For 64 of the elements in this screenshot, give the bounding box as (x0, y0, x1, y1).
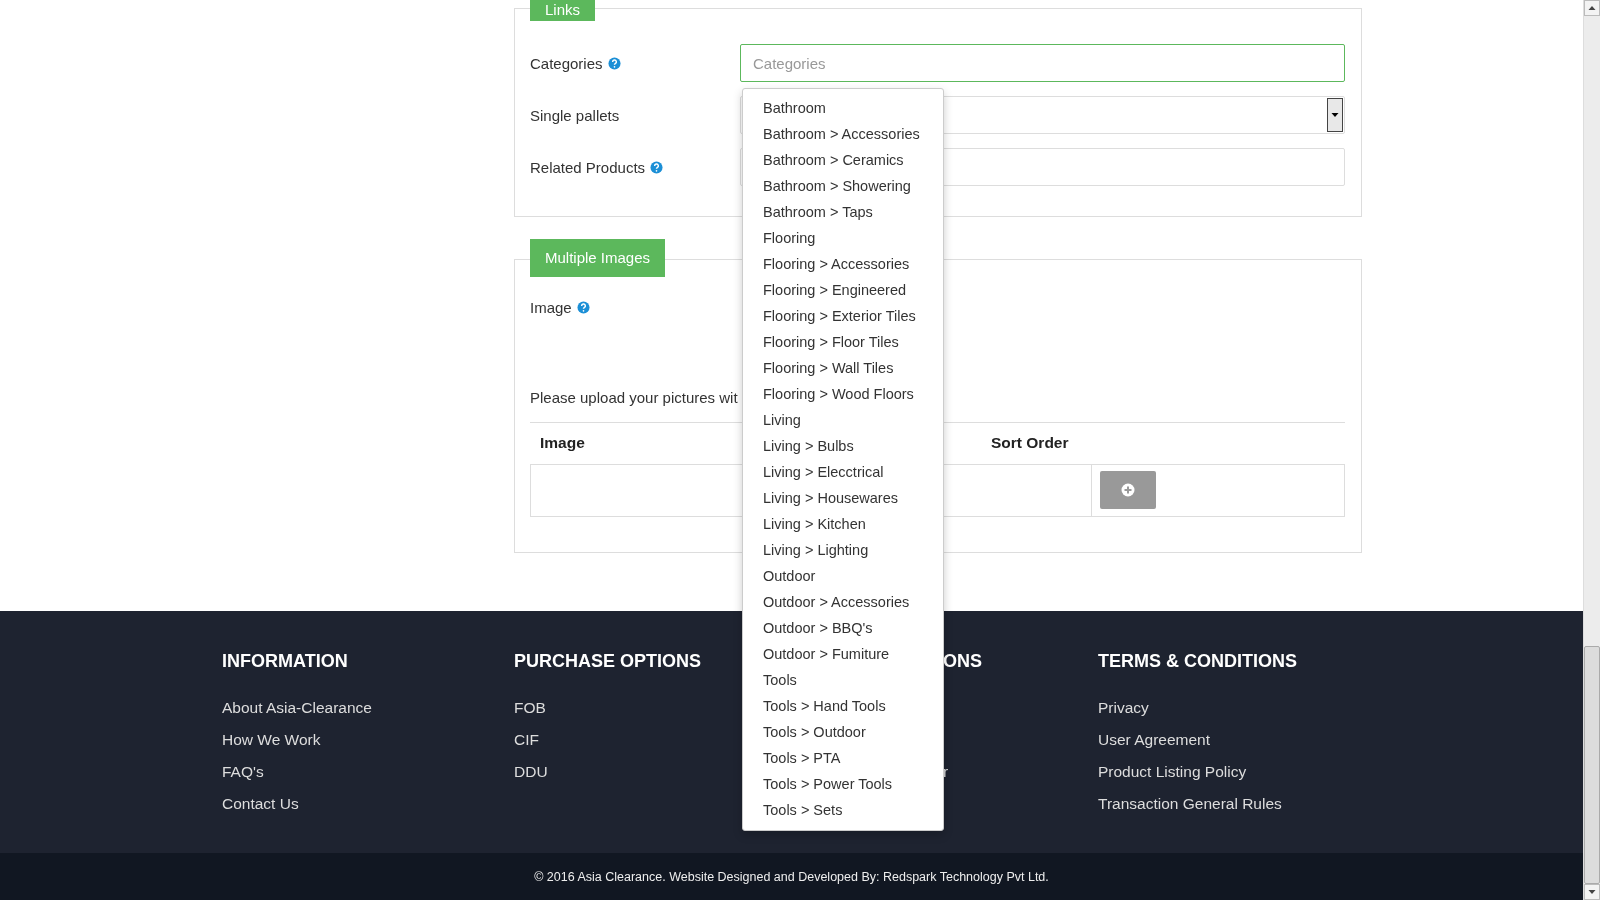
field-label: Image (530, 299, 572, 316)
menu-item[interactable]: Outdoor (743, 563, 943, 589)
footer-link[interactable]: About Asia-Clearance (222, 697, 372, 729)
menu-item[interactable]: Tools > Sets (743, 797, 943, 823)
menu-item[interactable]: Flooring > Wall Tiles (743, 355, 943, 381)
field-label: Related Products (530, 158, 646, 176)
menu-item[interactable]: Outdoor > BBQ's (743, 615, 943, 641)
menu-item[interactable]: Tools > PTA (743, 745, 943, 771)
menu-item[interactable]: Flooring > Exterior Tiles (743, 303, 943, 329)
help-icon[interactable] (650, 160, 664, 174)
scroll-up-icon[interactable] (1584, 0, 1600, 16)
field-label: Single pallets (530, 106, 620, 124)
footer-link[interactable]: Transaction General Rules (1098, 793, 1282, 825)
section-legend: Multiple Images (530, 239, 666, 277)
field-label: Categories (530, 54, 603, 72)
menu-item[interactable]: Living > Lighting (743, 537, 943, 563)
footer-link[interactable]: Contact Us (222, 793, 299, 825)
footer-link[interactable]: How We Work (222, 729, 321, 761)
footer-heading: INFORMATION (222, 651, 348, 673)
menu-item[interactable]: Tools > Hand Tools (743, 693, 943, 719)
copyright-text: © 2016 Asia Clearance. Website Designed and Developed By: Redspark Technology Pvt Ltd. (534, 869, 1049, 884)
menu-item[interactable]: Outdoor > Fumiture (743, 641, 943, 667)
menu-item[interactable]: Flooring > Accessories (743, 251, 943, 277)
help-icon[interactable] (607, 56, 621, 70)
menu-item[interactable]: Living > Housewares (743, 485, 943, 511)
footer-heading: TERMS & CONDITIONS (1098, 651, 1297, 673)
menu-item[interactable]: Flooring > Wood Floors (743, 381, 943, 407)
menu-item[interactable]: Living > Elecctrical (743, 459, 943, 485)
menu-item[interactable]: Bathroom > Ceramics (743, 147, 943, 173)
upload-note: Please upload your pictures wit (530, 389, 738, 406)
menu-item[interactable]: Tools > Power Tools (743, 771, 943, 797)
menu-item[interactable]: Flooring (743, 225, 943, 251)
menu-item[interactable]: Tools (743, 667, 943, 693)
column-header: Sort Order (991, 434, 1069, 453)
footer-link[interactable]: CIF (514, 729, 539, 761)
section-legend: Links (530, 0, 596, 21)
scroll-down-icon[interactable] (1584, 884, 1600, 900)
menu-item[interactable]: Bathroom > Taps (743, 199, 943, 225)
menu-item[interactable]: Living > Bulbs (743, 433, 943, 459)
footer-link[interactable]: DDU (514, 761, 548, 793)
help-icon[interactable] (576, 301, 590, 314)
footer-heading: ONS (943, 651, 982, 673)
add-button[interactable] (1100, 471, 1156, 509)
menu-item[interactable]: Bathroom > Accessories (743, 121, 943, 147)
footer-link[interactable]: r (943, 761, 949, 793)
menu-item[interactable]: Tools > Outdoor (743, 719, 943, 745)
scrollbar[interactable] (1583, 0, 1600, 900)
menu-item[interactable]: Living > Kitchen (743, 511, 943, 537)
menu-item[interactable]: Outdoor > Accessories (743, 589, 943, 615)
plus-icon (1121, 483, 1135, 497)
footer-link[interactable]: Product Listing Policy (1098, 761, 1247, 793)
input-field[interactable]: Categories (740, 44, 1345, 82)
footer-link[interactable]: User Agreement (1098, 729, 1210, 761)
footer-link[interactable]: FOB (514, 697, 546, 729)
column-header: Image (540, 434, 585, 453)
menu-item[interactable]: Bathroom (743, 95, 943, 121)
footer-heading: PURCHASE OPTIONS (514, 651, 702, 673)
menu-item[interactable]: Flooring > Engineered (743, 277, 943, 303)
menu-item[interactable]: Living (743, 407, 943, 433)
footer-link[interactable]: Privacy (1098, 697, 1149, 729)
menu-item[interactable]: Bathroom > Showering (743, 173, 943, 199)
footer-link[interactable]: FAQ's (222, 761, 264, 793)
scroll-thumb[interactable] (1584, 646, 1600, 884)
menu-item[interactable]: Flooring > Floor Tiles (743, 329, 943, 355)
